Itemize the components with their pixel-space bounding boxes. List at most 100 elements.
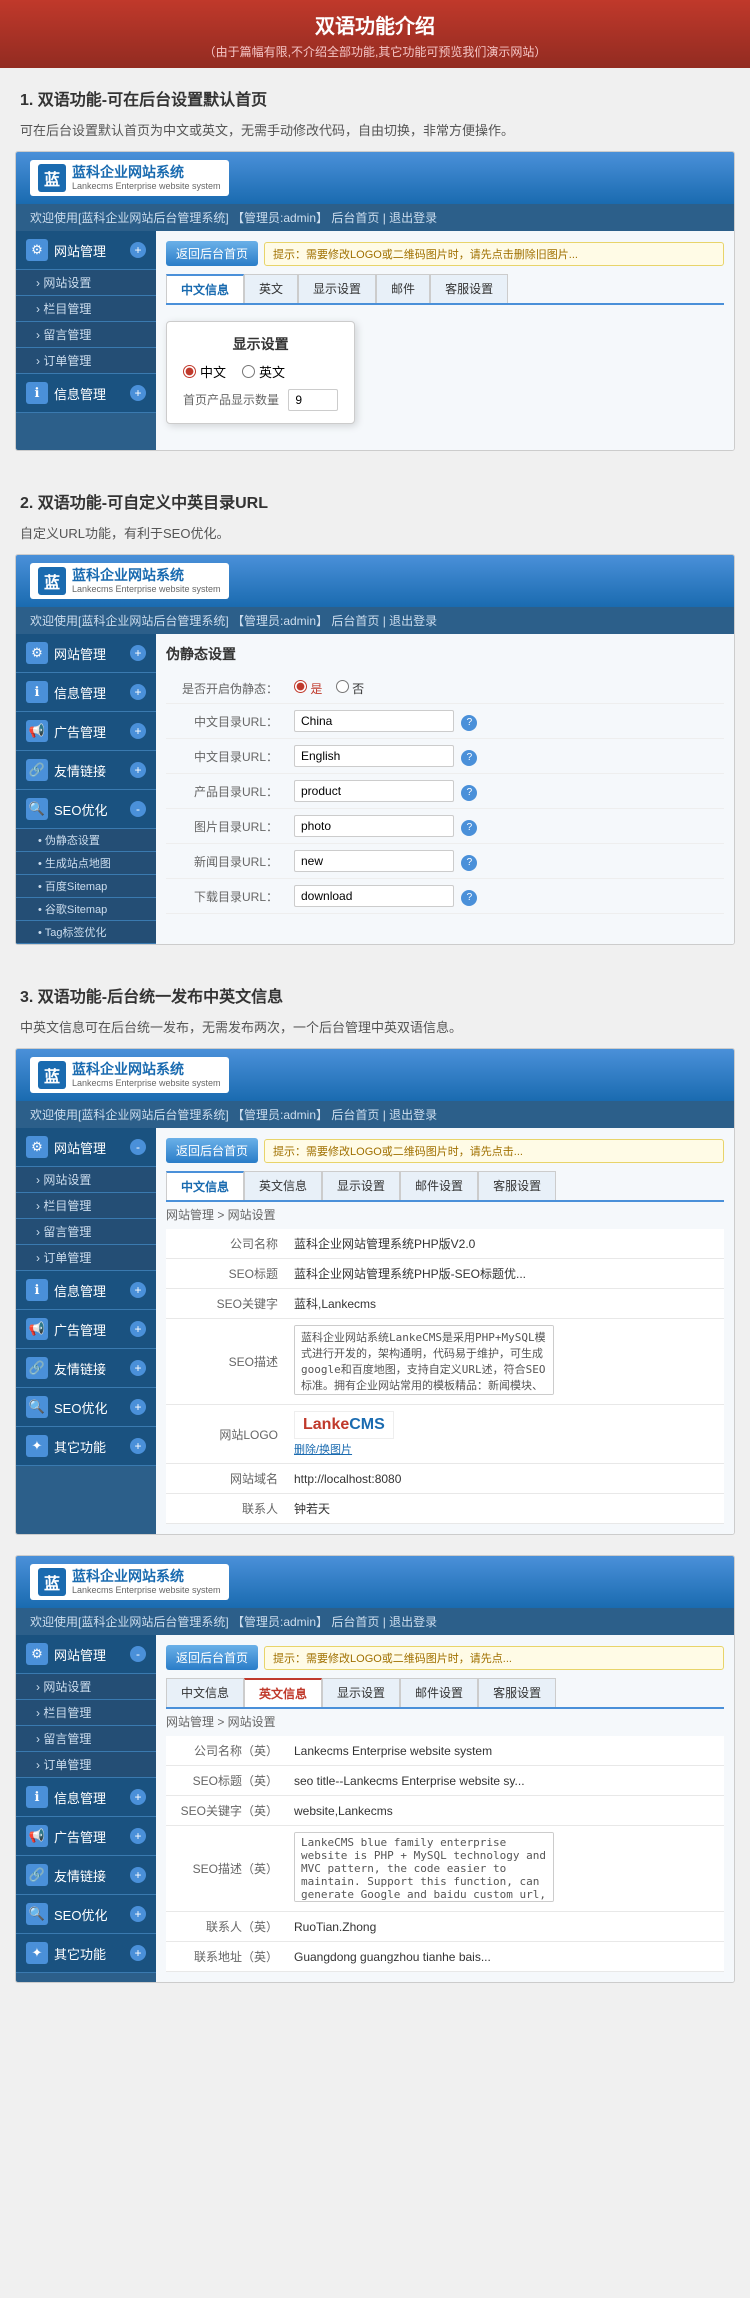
sidebar-item-other-3b[interactable]: ✦ 其它功能 + bbox=[16, 1934, 156, 1973]
cms-main-3a: 返回后台首页 提示：需要修改LOGO或二维码图片时，请先点击... 中文信息 英… bbox=[156, 1128, 734, 1534]
tab-cn-3a[interactable]: 中文信息 bbox=[166, 1171, 244, 1200]
sidebar-item-other-3a[interactable]: ✦ 其它功能 + bbox=[16, 1427, 156, 1466]
sidebar-plus-3b4[interactable]: + bbox=[130, 1867, 146, 1883]
sidebar-sub-msg-3a[interactable]: 留言管理 bbox=[16, 1219, 156, 1245]
tab-display-3b[interactable]: 显示设置 bbox=[322, 1678, 400, 1707]
row-seokw-3b: SEO关键字（英） website,Lankecms bbox=[166, 1796, 724, 1826]
radio-cn-input-1[interactable] bbox=[183, 365, 196, 378]
radio-no-label[interactable]: 否 bbox=[336, 682, 364, 696]
sidebar-sub-column-1[interactable]: 栏目管理 bbox=[16, 296, 156, 322]
tab-service-3b[interactable]: 客服设置 bbox=[478, 1678, 556, 1707]
sidebar-sub-website-3a[interactable]: 网站设置 bbox=[16, 1167, 156, 1193]
sidebar-item-ad-2[interactable]: 📢 广告管理 + bbox=[16, 712, 156, 751]
sidebar-plus-3a4[interactable]: + bbox=[130, 1360, 146, 1376]
tip-box-1: 提示：需要修改LOGO或二维码图片时，请先点击删除旧图片... bbox=[264, 242, 724, 266]
radio-en-1[interactable]: 英文 bbox=[242, 362, 285, 381]
tab-service-1[interactable]: 客服设置 bbox=[430, 274, 508, 303]
sidebar-item-links-3b[interactable]: 🔗 友情链接 + bbox=[16, 1856, 156, 1895]
sidebar-item-info-mgmt-1[interactable]: ℹ 信息管理 + bbox=[16, 374, 156, 413]
sidebar-item-website-2[interactable]: ⚙ 网站管理 + bbox=[16, 634, 156, 673]
tab-display-settings-1[interactable]: 显示设置 bbox=[298, 274, 376, 303]
url-input-download[interactable] bbox=[294, 885, 454, 907]
tab-mail-3b[interactable]: 邮件设置 bbox=[400, 1678, 478, 1707]
tab-en-3b[interactable]: 英文信息 bbox=[244, 1678, 322, 1707]
tab-display-3a[interactable]: 显示设置 bbox=[322, 1171, 400, 1200]
sidebar-plus-3a6[interactable]: + bbox=[130, 1438, 146, 1454]
sidebar-item-seo-2[interactable]: 🔍 SEO优化 - bbox=[16, 790, 156, 829]
sidebar-item-seo-3b[interactable]: 🔍 SEO优化 + bbox=[16, 1895, 156, 1934]
sidebar-sub-order-3b[interactable]: 订单管理 bbox=[16, 1752, 156, 1778]
sidebar-plus-3a3[interactable]: + bbox=[130, 1321, 146, 1337]
back-btn-3a[interactable]: 返回后台首页 bbox=[166, 1138, 258, 1163]
sidebar-item-links-3a[interactable]: 🔗 友情链接 + bbox=[16, 1349, 156, 1388]
seodesc-textarea-3a[interactable]: 蓝科企业网站系统LankeCMS是采用PHP+MySQL模式进行开发的，架构通明… bbox=[294, 1325, 554, 1395]
sidebar-plus-3a2[interactable]: + bbox=[130, 1282, 146, 1298]
sidebar-plus-2e[interactable]: - bbox=[130, 801, 146, 817]
url-input-china[interactable] bbox=[294, 710, 454, 732]
sidebar-item-info-3a[interactable]: ℹ 信息管理 + bbox=[16, 1271, 156, 1310]
sidebar-item-info-2[interactable]: ℹ 信息管理 + bbox=[16, 673, 156, 712]
tab-cn-info-1[interactable]: 中文信息 bbox=[166, 274, 244, 303]
sidebar-plus-2b[interactable]: + bbox=[130, 684, 146, 700]
sidebar-sub-message-1[interactable]: 留言管理 bbox=[16, 322, 156, 348]
sidebar-seo-sub-sitemap-2[interactable]: 生成站点地图 bbox=[16, 852, 156, 875]
sidebar-item-links-2[interactable]: 🔗 友情链接 + bbox=[16, 751, 156, 790]
sidebar-plus-3b6[interactable]: + bbox=[130, 1945, 146, 1961]
sidebar-seo-sub-google-2[interactable]: 谷歌Sitemap bbox=[16, 898, 156, 921]
back-btn-1[interactable]: 返回后台首页 bbox=[166, 241, 258, 266]
sidebar-item-ad-3a[interactable]: 📢 广告管理 + bbox=[16, 1310, 156, 1349]
sidebar-item-info-3b[interactable]: ℹ 信息管理 + bbox=[16, 1778, 156, 1817]
cms-content-2: ⚙ 网站管理 + ℹ 信息管理 + 📢 广告管理 + 🔗 友情链接 bbox=[16, 634, 734, 944]
radio-yes-label[interactable]: 是 bbox=[294, 682, 326, 696]
sidebar-item-seo-3a[interactable]: 🔍 SEO优化 + bbox=[16, 1388, 156, 1427]
sidebar-plus-3a5[interactable]: + bbox=[130, 1399, 146, 1415]
sidebar-item-website-3b[interactable]: ⚙ 网站管理 - bbox=[16, 1635, 156, 1674]
radio-en-input-1[interactable] bbox=[242, 365, 255, 378]
sidebar-sub-website-1[interactable]: 网站设置 bbox=[16, 270, 156, 296]
sidebar-item-website-mgmt-1[interactable]: ⚙ 网站管理 + bbox=[16, 231, 156, 270]
back-btn-3b[interactable]: 返回后台首页 bbox=[166, 1645, 258, 1670]
sidebar-plus-3b3[interactable]: + bbox=[130, 1828, 146, 1844]
sidebar-plus-2a[interactable]: + bbox=[130, 645, 146, 661]
sidebar-plus-info-1[interactable]: + bbox=[130, 385, 146, 401]
url-input-product[interactable] bbox=[294, 780, 454, 802]
url-input-new[interactable] bbox=[294, 850, 454, 872]
sidebar-plus-3b2[interactable]: + bbox=[130, 1789, 146, 1805]
url-input-english[interactable] bbox=[294, 745, 454, 767]
sidebar-sub-order-3a[interactable]: 订单管理 bbox=[16, 1245, 156, 1271]
sidebar-plus-2d[interactable]: + bbox=[130, 762, 146, 778]
sidebar-seo-sub-static-2[interactable]: 伪静态设置 bbox=[16, 829, 156, 852]
radio-no-2[interactable] bbox=[336, 680, 349, 693]
radio-yes-2[interactable] bbox=[294, 680, 307, 693]
section-3-desc: 中英文信息可在后台统一发布，无需发布两次，一个后台管理中英双语信息。 bbox=[0, 1013, 750, 1048]
sidebar-sub-column-3a[interactable]: 栏目管理 bbox=[16, 1193, 156, 1219]
sidebar-sub-order-1[interactable]: 订单管理 bbox=[16, 348, 156, 374]
sidebar-plus-3b5[interactable]: + bbox=[130, 1906, 146, 1922]
url-row-5: 下载目录URL： ? bbox=[166, 879, 724, 914]
tab-mail-3a[interactable]: 邮件设置 bbox=[400, 1171, 478, 1200]
tab-service-3a[interactable]: 客服设置 bbox=[478, 1171, 556, 1200]
tab-cn-3b[interactable]: 中文信息 bbox=[166, 1678, 244, 1707]
sidebar-sub-column-3b[interactable]: 栏目管理 bbox=[16, 1700, 156, 1726]
tab-mail-1[interactable]: 邮件 bbox=[376, 274, 430, 303]
upload-btn-3a[interactable]: 删除/换图片 bbox=[294, 1441, 716, 1457]
sidebar-item-website-3a[interactable]: ⚙ 网站管理 - bbox=[16, 1128, 156, 1167]
sidebar-item-ad-3b[interactable]: 📢 广告管理 + bbox=[16, 1817, 156, 1856]
cms-nav-2: 欢迎使用[蓝科企业网站后台管理系统] 【管理员:admin】 后台首页 | 退出… bbox=[16, 607, 734, 634]
section-2: 2. 双语功能-可自定义中英目录URL 自定义URL功能，有利于SEO优化。 蓝… bbox=[0, 471, 750, 945]
sidebar-plus-3a1[interactable]: - bbox=[130, 1139, 146, 1155]
sidebar-seo-sub-baidu-2[interactable]: 百度Sitemap bbox=[16, 875, 156, 898]
tab-en-info-1[interactable]: 英文 bbox=[244, 274, 298, 303]
tab-en-3a[interactable]: 英文信息 bbox=[244, 1171, 322, 1200]
sidebar-sub-msg-3b[interactable]: 留言管理 bbox=[16, 1726, 156, 1752]
sidebar-sub-website-3b[interactable]: 网站设置 bbox=[16, 1674, 156, 1700]
sidebar-plus-2c[interactable]: + bbox=[130, 723, 146, 739]
sidebar-seo-sub-tag-2[interactable]: Tag标签优化 bbox=[16, 921, 156, 944]
sidebar-plus-1[interactable]: + bbox=[130, 242, 146, 258]
url-table-2: 是否开启伪静态： 是 否 bbox=[166, 674, 724, 914]
product-count-input[interactable] bbox=[288, 389, 338, 411]
url-input-photo[interactable] bbox=[294, 815, 454, 837]
sidebar-plus-3b1[interactable]: - bbox=[130, 1646, 146, 1662]
radio-cn-1[interactable]: 中文 bbox=[183, 362, 226, 381]
seodesc-textarea-3b[interactable]: LankeCMS blue family enterprise website … bbox=[294, 1832, 554, 1902]
